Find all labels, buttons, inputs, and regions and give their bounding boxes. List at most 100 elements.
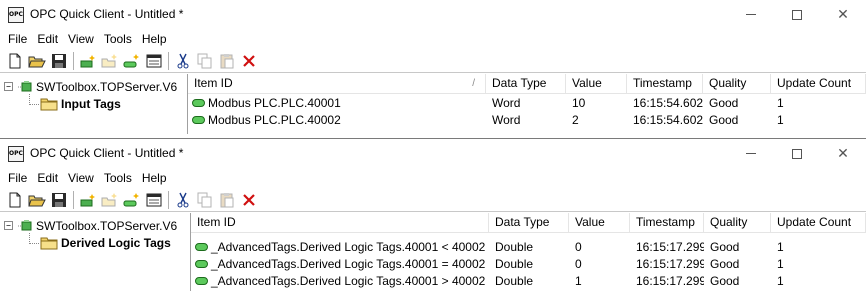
- save-icon: [52, 53, 66, 68]
- new-item-button[interactable]: [121, 51, 143, 71]
- menu-view[interactable]: View: [63, 171, 99, 185]
- timestamp-cell: 16:15:54.602: [633, 112, 703, 127]
- table-row[interactable]: _AdvancedTags.Derived Logic Tags.40001 =…: [191, 255, 866, 272]
- delete-button[interactable]: [238, 190, 260, 210]
- menu-help[interactable]: Help: [137, 32, 172, 46]
- tag-icon: [192, 98, 205, 107]
- column-headers: Item ID / Data Type Value Timestamp Quali…: [188, 74, 866, 94]
- data-type-cell: Double: [495, 256, 534, 271]
- close-button[interactable]: ✕: [820, 139, 866, 168]
- column-header-data-type[interactable]: Data Type: [489, 213, 569, 232]
- collapse-toggle[interactable]: −: [4, 221, 13, 230]
- menu-edit[interactable]: Edit: [32, 32, 63, 46]
- close-icon: ✕: [837, 145, 849, 162]
- new-file-icon: [9, 53, 21, 68]
- properties-button[interactable]: [143, 190, 165, 210]
- tree-node-group[interactable]: Derived Logic Tags: [0, 234, 190, 251]
- tag-icon: [195, 259, 208, 268]
- delete-button[interactable]: [238, 51, 260, 71]
- server-tree[interactable]: − SWToolbox.TOPServer.V6 Input Tags: [0, 74, 188, 134]
- toolbar-separator: [168, 51, 169, 70]
- new-file-button[interactable]: [4, 51, 26, 71]
- copy-icon: [197, 192, 212, 207]
- collapse-toggle[interactable]: −: [4, 82, 13, 91]
- folder-icon: [40, 98, 58, 110]
- copy-button[interactable]: [194, 51, 216, 71]
- new-item-button[interactable]: [121, 190, 143, 210]
- item-id-cell: _AdvancedTags.Derived Logic Tags.40001 =…: [191, 257, 489, 271]
- table-row[interactable]: Modbus PLC.PLC.40001 Word 10 16:15:54.60…: [188, 94, 866, 111]
- menu-view[interactable]: View: [63, 32, 99, 46]
- maximize-icon: [792, 148, 802, 159]
- item-list[interactable]: Item ID / Data Type Value Timestamp Quali…: [188, 74, 866, 134]
- column-header-value[interactable]: Value: [569, 213, 630, 232]
- toolbar: [0, 188, 866, 212]
- new-item-icon: [123, 192, 139, 206]
- column-header-quality[interactable]: Quality: [703, 74, 771, 93]
- server-tree[interactable]: − SWToolbox.TOPServer.V6 Derived Logic T…: [0, 213, 191, 291]
- maximize-icon: [792, 9, 802, 20]
- sort-indicator: /: [472, 78, 475, 89]
- save-button[interactable]: [48, 190, 70, 210]
- new-file-button[interactable]: [4, 190, 26, 210]
- menu-edit[interactable]: Edit: [32, 171, 63, 185]
- new-server-button[interactable]: [77, 190, 99, 210]
- column-header-item-id[interactable]: Item ID /: [188, 74, 486, 93]
- open-folder-icon: [28, 56, 46, 67]
- menu-tools[interactable]: Tools: [99, 171, 137, 185]
- server-connected-icon: [18, 80, 32, 91]
- paste-button[interactable]: [216, 51, 238, 71]
- value-cell: 0: [575, 256, 582, 271]
- title-bar[interactable]: OPC OPC Quick Client - Untitled * ✕: [0, 139, 866, 168]
- item-id: Modbus PLC.PLC.40001: [208, 95, 341, 110]
- menu-file[interactable]: File: [3, 32, 32, 46]
- cut-button[interactable]: [172, 190, 194, 210]
- maximize-button[interactable]: [774, 139, 820, 168]
- menu-file[interactable]: File: [3, 171, 32, 185]
- column-header-data-type[interactable]: Data Type: [486, 74, 566, 93]
- column-header-value[interactable]: Value: [566, 74, 627, 93]
- title-bar[interactable]: OPC OPC Quick Client - Untitled * ✕: [0, 0, 866, 29]
- item-list[interactable]: Item ID Data Type Value Timestamp Qualit…: [191, 213, 866, 291]
- column-header-timestamp[interactable]: Timestamp: [630, 213, 704, 232]
- maximize-button[interactable]: [774, 0, 820, 29]
- tree-node-server[interactable]: − SWToolbox.TOPServer.V6: [0, 78, 187, 95]
- toolbar-separator: [168, 190, 169, 209]
- new-item-icon: [123, 53, 139, 67]
- menu-tools[interactable]: Tools: [99, 32, 137, 46]
- open-button[interactable]: [26, 190, 48, 210]
- tree-node-group[interactable]: Input Tags: [0, 95, 187, 112]
- copy-button[interactable]: [194, 190, 216, 210]
- paste-button[interactable]: [216, 190, 238, 210]
- data-type-cell: Double: [495, 239, 534, 254]
- column-header-update-count[interactable]: Update Count: [771, 213, 866, 232]
- new-server-button[interactable]: [77, 51, 99, 71]
- new-group-button[interactable]: [99, 51, 121, 71]
- table-row[interactable]: _AdvancedTags.Derived Logic Tags.40001 <…: [191, 238, 866, 255]
- menu-help[interactable]: Help: [137, 171, 172, 185]
- quick-client-window-1: OPC OPC Quick Client - Untitled * ✕ File…: [0, 0, 866, 134]
- item-id-cell: _AdvancedTags.Derived Logic Tags.40001 <…: [191, 240, 489, 254]
- quick-client-window-2: OPC OPC Quick Client - Untitled * ✕ File…: [0, 138, 866, 291]
- data-type-cell: Word: [492, 95, 521, 110]
- tree-node-server[interactable]: − SWToolbox.TOPServer.V6: [0, 217, 190, 234]
- column-header-update-count[interactable]: Update Count: [771, 74, 866, 93]
- new-group-button[interactable]: [99, 190, 121, 210]
- value-cell: 1: [575, 273, 582, 288]
- column-header-item-id[interactable]: Item ID: [191, 213, 489, 232]
- new-server-icon: [80, 193, 95, 206]
- timestamp-cell: 16:15:17.299: [636, 273, 704, 288]
- toolbar-separator: [73, 51, 74, 70]
- save-button[interactable]: [48, 51, 70, 71]
- open-button[interactable]: [26, 51, 48, 71]
- column-header-quality[interactable]: Quality: [704, 213, 771, 232]
- minimize-button[interactable]: [728, 0, 774, 29]
- close-button[interactable]: ✕: [820, 0, 866, 29]
- timestamp-cell: 16:15:17.299: [636, 239, 704, 254]
- minimize-button[interactable]: [728, 139, 774, 168]
- table-row[interactable]: _AdvancedTags.Derived Logic Tags.40001 >…: [191, 272, 866, 289]
- table-row[interactable]: Modbus PLC.PLC.40002 Word 2 16:15:54.602…: [188, 111, 866, 128]
- properties-button[interactable]: [143, 51, 165, 71]
- cut-button[interactable]: [172, 51, 194, 71]
- column-header-timestamp[interactable]: Timestamp: [627, 74, 703, 93]
